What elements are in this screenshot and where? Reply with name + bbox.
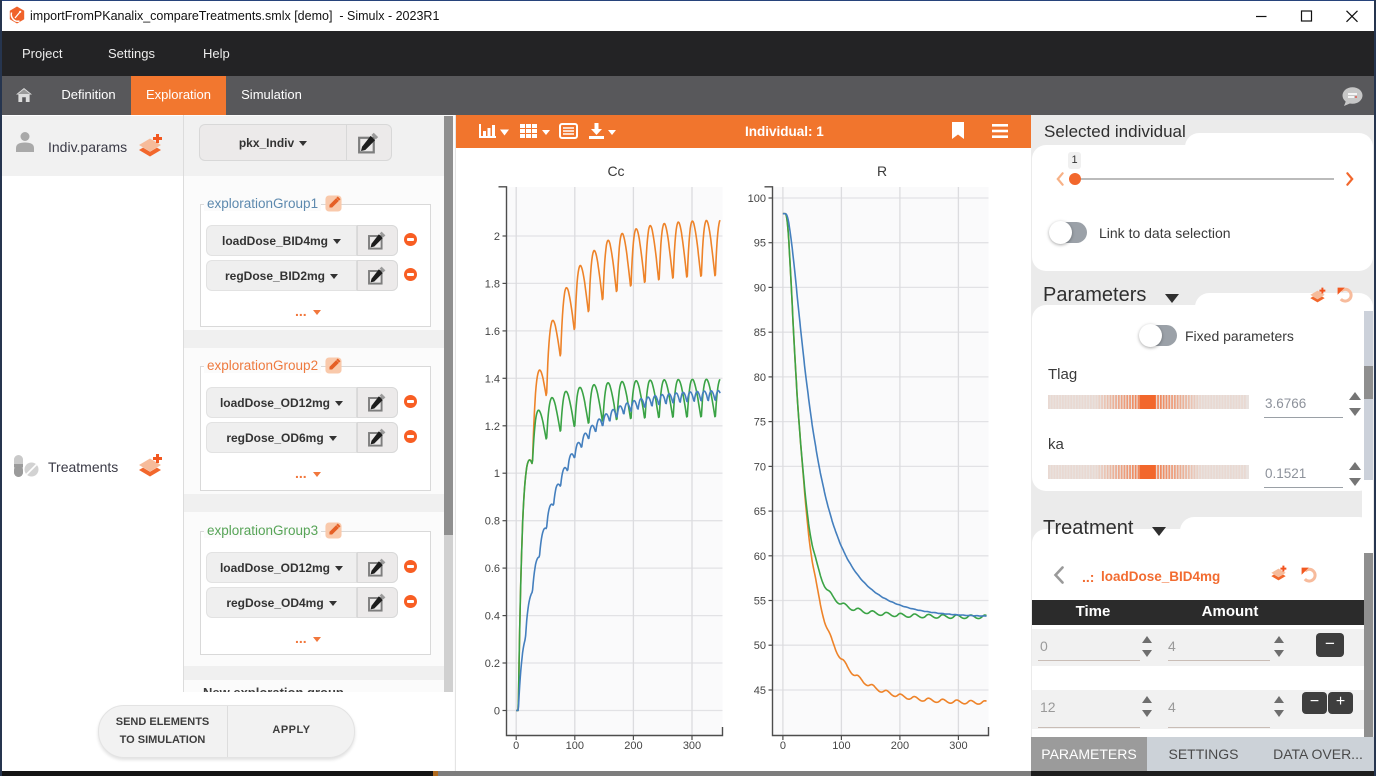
svg-text:60: 60 xyxy=(754,551,766,563)
svg-text:2: 2 xyxy=(494,231,500,243)
svg-text:300: 300 xyxy=(683,740,701,752)
svg-text:55: 55 xyxy=(754,596,766,608)
svg-text:50: 50 xyxy=(754,640,766,652)
svg-text:80: 80 xyxy=(754,372,766,384)
svg-text:0.2: 0.2 xyxy=(485,658,500,670)
svg-text:1.2: 1.2 xyxy=(485,421,500,433)
svg-text:1.4: 1.4 xyxy=(485,373,500,385)
svg-text:85: 85 xyxy=(754,327,766,339)
svg-text:200: 200 xyxy=(891,740,909,752)
svg-text:1.8: 1.8 xyxy=(485,278,500,290)
svg-text:95: 95 xyxy=(754,238,766,250)
svg-text:1: 1 xyxy=(494,468,500,480)
svg-text:45: 45 xyxy=(754,685,766,697)
svg-text:0.8: 0.8 xyxy=(485,516,500,528)
svg-text:75: 75 xyxy=(754,417,766,429)
svg-text:65: 65 xyxy=(754,506,766,518)
svg-text:100: 100 xyxy=(748,193,766,205)
svg-text:0.6: 0.6 xyxy=(485,563,500,575)
svg-text:100: 100 xyxy=(566,740,584,752)
svg-text:70: 70 xyxy=(754,461,766,473)
svg-text:90: 90 xyxy=(754,282,766,294)
svg-text:200: 200 xyxy=(624,740,642,752)
svg-text:0: 0 xyxy=(494,706,500,718)
svg-text:100: 100 xyxy=(832,740,850,752)
svg-text:0: 0 xyxy=(780,740,786,752)
svg-text:0: 0 xyxy=(513,740,519,752)
svg-text:300: 300 xyxy=(949,740,967,752)
svg-text:1.6: 1.6 xyxy=(485,326,500,338)
svg-text:0.4: 0.4 xyxy=(485,611,500,623)
